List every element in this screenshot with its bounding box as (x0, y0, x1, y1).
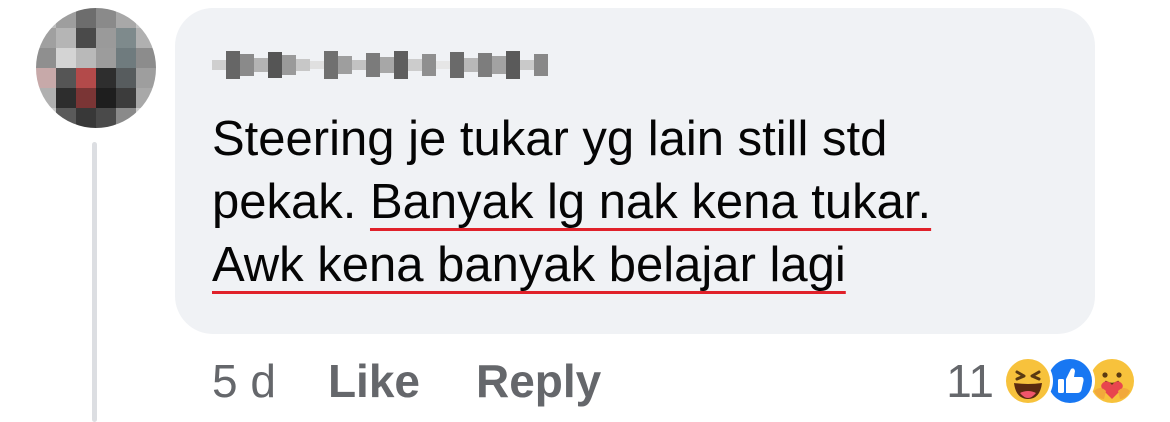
like-button[interactable]: Like (328, 354, 420, 408)
comment-line-1: Steering je tukar yg lain still std (212, 112, 888, 166)
thread-line (92, 142, 97, 422)
comment-line-2-plain: pekak. (212, 175, 370, 229)
reaction-count: 11 (946, 355, 994, 407)
comment-container: Steering je tukar yg lain still std peka… (0, 0, 1170, 422)
comment-line-3-underlined: Awk kena banyak belajar lagi (212, 238, 846, 292)
reaction-icons (1002, 355, 1138, 407)
author-name-redacted[interactable] (212, 44, 548, 86)
reactions-summary[interactable]: 11 (946, 350, 1138, 412)
reply-button[interactable]: Reply (476, 354, 601, 408)
timestamp[interactable]: 5 d (212, 354, 276, 408)
comment-text: Steering je tukar yg lain still std peka… (212, 108, 1072, 297)
comment-line-2: pekak. Banyak lg nak kena tukar. (212, 171, 1072, 234)
comment-line-3: Awk kena banyak belajar lagi (212, 234, 1072, 297)
comment-actions: 5 d Like Reply (212, 348, 601, 414)
comment-line-2-underlined: Banyak lg nak kena tukar. (369, 175, 932, 229)
avatar[interactable] (36, 8, 156, 128)
haha-icon (1003, 356, 1053, 406)
